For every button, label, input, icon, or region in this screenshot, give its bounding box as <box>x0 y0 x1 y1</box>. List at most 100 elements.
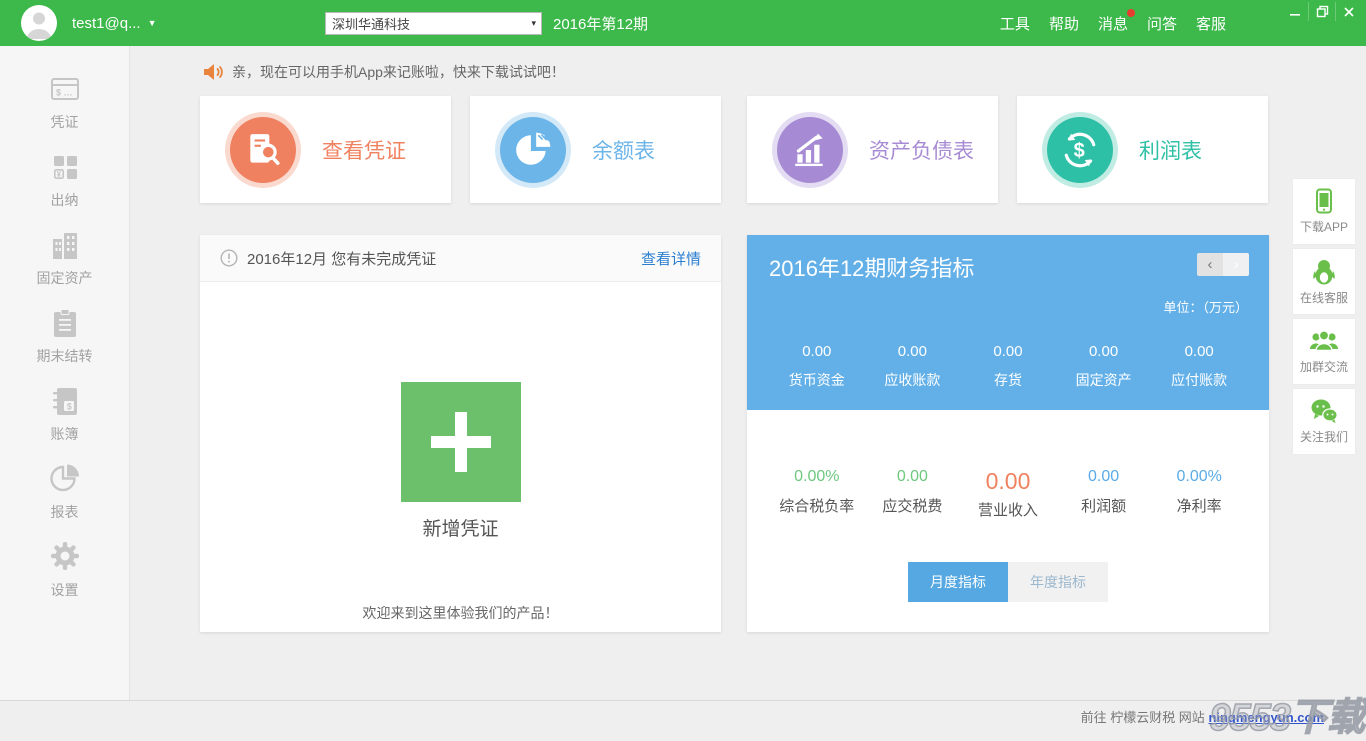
float-item-label: 关注我们 <box>1300 428 1348 445</box>
period-label: 2016年第12期 <box>553 0 648 46</box>
sidebar-item-period-closing[interactable]: 期末结转 <box>0 300 129 366</box>
metric-label: 利润额 <box>1056 495 1152 516</box>
next-period-button[interactable]: › <box>1223 253 1249 276</box>
metric-tax-burden-rate: 0.00% 综合税负率 <box>769 468 865 520</box>
restore-icon <box>1316 5 1329 18</box>
unfinished-voucher-text: 2016年12月 您有未完成凭证 <box>247 248 436 269</box>
minimize-button[interactable] <box>1281 2 1308 21</box>
prev-period-button[interactable]: ‹ <box>1197 253 1223 276</box>
chevron-down-icon: ▼ <box>148 18 157 28</box>
card-profit-table[interactable]: $ 利润表 <box>1017 96 1268 203</box>
indicators-panel: 2016年12期财务指标 ‹ › 单位：（万元） 0.00 货币资金 0.00 … <box>747 235 1269 632</box>
card-label: 利润表 <box>1139 135 1202 165</box>
avatar[interactable] <box>21 5 57 41</box>
voucher-icon: $ … <box>49 74 81 104</box>
titlebar: test1@q... ▼ 深圳华通科技 ▾ 2016年第12期 工具 帮助 消息… <box>0 0 1366 46</box>
sidebar-item-cashier[interactable]: ¥ 出纳 <box>0 144 129 210</box>
menu-item-tools[interactable]: 工具 <box>1000 13 1030 34</box>
svg-text:¥: ¥ <box>56 170 61 179</box>
reports-icon <box>49 462 81 494</box>
tab-monthly-indicators[interactable]: 月度指标 <box>908 562 1008 602</box>
metric-label: 应付账款 <box>1151 370 1247 390</box>
metric-label: 净利率 <box>1151 495 1247 516</box>
card-balance-sheet[interactable]: 资产负债表 <box>747 96 998 203</box>
float-panel: 下载APP 在线客服 加群交流 <box>1292 178 1356 458</box>
metric-value: 0.00% <box>769 468 865 486</box>
svg-text:$ …: $ … <box>56 88 73 98</box>
app-window: test1@q... ▼ 深圳华通科技 ▾ 2016年第12期 工具 帮助 消息… <box>0 0 1366 728</box>
status-site-text: 前往 柠檬云财税 网站 <box>1081 710 1205 725</box>
sidebar-item-label: 报表 <box>51 502 79 522</box>
window-controls <box>1281 2 1362 21</box>
metric-value: 0.00% <box>1151 468 1247 486</box>
metric-label: 固定资产 <box>1056 370 1152 390</box>
download-app-button[interactable]: 下载APP <box>1292 178 1356 245</box>
site-link[interactable]: ningmengyun.com <box>1208 710 1324 725</box>
voucher-panel-header: 2016年12月 您有未完成凭证 查看详情 <box>200 235 721 282</box>
add-voucher-button[interactable] <box>401 382 521 502</box>
company-select-value: 深圳华通科技 <box>332 14 410 33</box>
card-view-voucher[interactable]: 查看凭证 <box>200 96 451 203</box>
metric-revenue: 0.00 营业收入 <box>960 468 1056 520</box>
balance-table-icon <box>500 117 566 183</box>
indicators-header: 2016年12期财务指标 ‹ › 单位：（万元） 0.00 货币资金 0.00 … <box>747 235 1269 410</box>
select-arrow-icon: ▾ <box>531 18 536 29</box>
menu-item-help[interactable]: 帮助 <box>1049 13 1079 34</box>
warning-icon <box>220 249 238 267</box>
sidebar-item-label: 设置 <box>51 580 79 600</box>
sidebar: $ … 凭证 ¥ 出纳 固定资产 <box>0 46 130 700</box>
metric-label: 营业收入 <box>960 499 1056 520</box>
top-menu: 工具 帮助 消息 问答 客服 <box>1000 0 1226 46</box>
card-label: 余额表 <box>592 135 655 165</box>
phone-icon <box>1312 188 1336 214</box>
message-badge-dot <box>1127 9 1135 17</box>
notice-text: 亲，现在可以用手机App来记账啦，快来下载试试吧！ <box>232 62 565 82</box>
metric-tax-payable: 0.00 应交税费 <box>865 468 961 520</box>
metric-label: 应交税费 <box>865 495 961 516</box>
status-text: 前往 柠檬云财税 网站 ningmengyun.com <box>1081 707 1324 726</box>
follow-us-button[interactable]: 关注我们 <box>1292 388 1356 455</box>
menu-item-qa[interactable]: 问答 <box>1147 13 1177 34</box>
qq-icon <box>1311 258 1337 285</box>
close-button[interactable] <box>1335 2 1362 21</box>
metric-label: 应收账款 <box>865 370 961 390</box>
ledger-icon: $ <box>50 386 80 416</box>
sidebar-item-reports[interactable]: 报表 <box>0 456 129 522</box>
welcome-text: 欢迎来到这里体验我们的产品！ <box>200 603 721 623</box>
tab-yearly-indicators[interactable]: 年度指标 <box>1008 562 1108 602</box>
sidebar-item-ledger[interactable]: $ 账簿 <box>0 378 129 444</box>
metric-value: 0.00 <box>1151 343 1247 360</box>
company-select[interactable]: 深圳华通科技 ▾ <box>325 12 542 35</box>
user-icon <box>21 5 57 41</box>
card-balance-table[interactable]: 余额表 <box>470 96 721 203</box>
restore-button[interactable] <box>1308 2 1335 21</box>
sidebar-item-label: 固定资产 <box>37 268 93 288</box>
sidebar-item-label: 出纳 <box>51 190 79 210</box>
metric-value: 0.00 <box>960 343 1056 360</box>
sidebar-item-voucher[interactable]: $ … 凭证 <box>0 66 129 132</box>
add-voucher-label: 新增凭证 <box>200 514 721 541</box>
metric-fixed-assets: 0.00 固定资产 <box>1056 343 1152 390</box>
view-voucher-icon <box>230 117 296 183</box>
svg-text:$: $ <box>66 401 71 411</box>
card-label: 资产负债表 <box>869 135 974 165</box>
join-group-button[interactable]: 加群交流 <box>1292 318 1356 385</box>
metric-cash: 0.00 货币资金 <box>769 343 865 390</box>
float-item-label: 在线客服 <box>1300 289 1348 306</box>
metric-net-margin: 0.00% 净利率 <box>1151 468 1247 520</box>
menu-item-messages[interactable]: 消息 <box>1098 13 1128 34</box>
sidebar-item-settings[interactable]: 设置 <box>0 534 129 600</box>
view-details-link[interactable]: 查看详情 <box>641 248 701 269</box>
profit-table-icon: $ <box>1047 117 1113 183</box>
menu-item-support[interactable]: 客服 <box>1196 13 1226 34</box>
metric-label: 存货 <box>960 370 1056 390</box>
sidebar-item-fixed-assets[interactable]: 固定资产 <box>0 222 129 288</box>
account-menu[interactable]: test1@q... ▼ <box>72 0 157 46</box>
online-support-button[interactable]: 在线客服 <box>1292 248 1356 315</box>
voucher-panel-body: 新增凭证 欢迎来到这里体验我们的产品！ <box>200 382 721 623</box>
minimize-icon <box>1289 6 1301 18</box>
metric-value: 0.00 <box>865 468 961 486</box>
unit-label: 单位：（万元） <box>1163 297 1248 316</box>
fixed-assets-icon <box>49 230 81 260</box>
float-item-label: 加群交流 <box>1300 358 1348 375</box>
